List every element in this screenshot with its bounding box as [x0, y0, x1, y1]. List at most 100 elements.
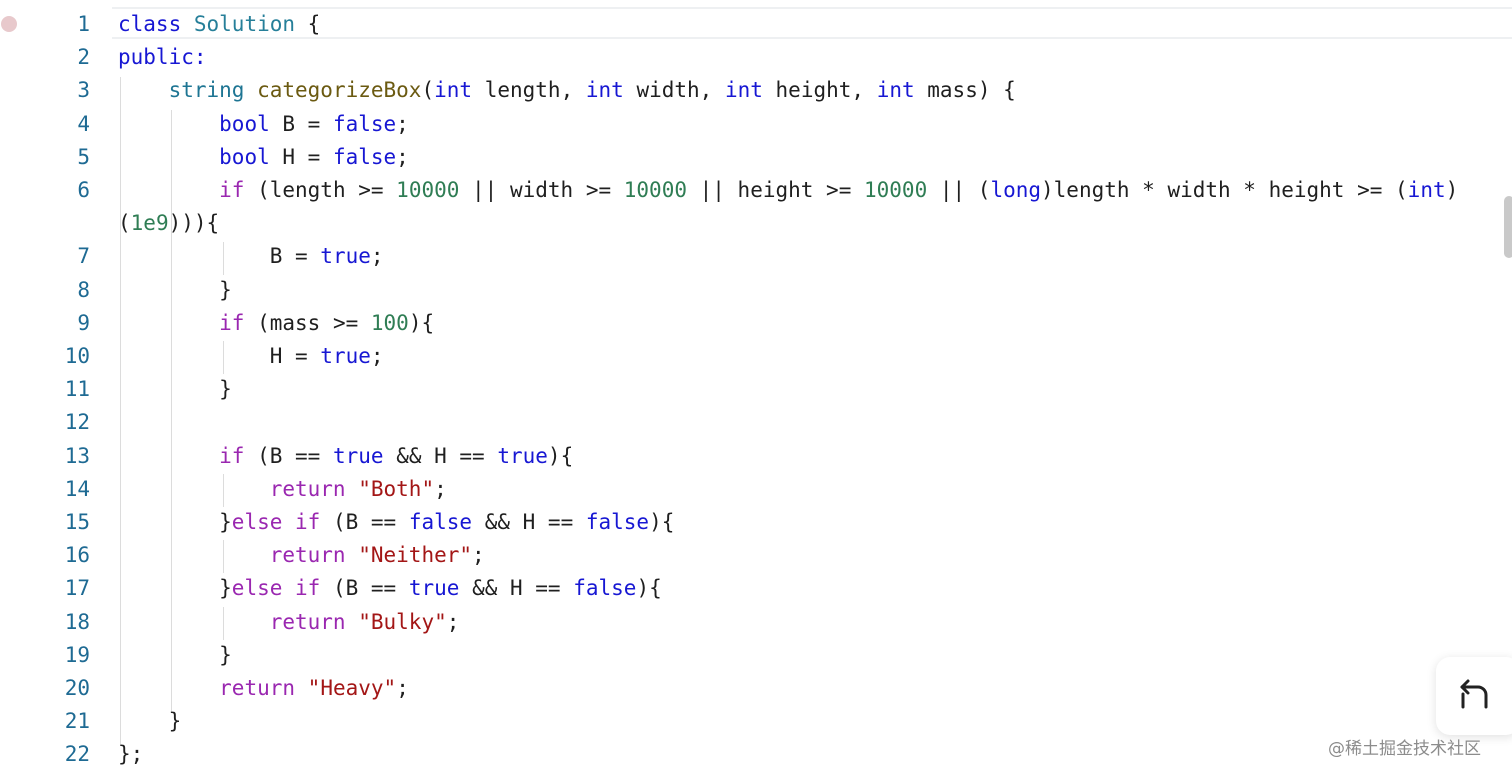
- code-token: }: [118, 377, 232, 402]
- code-text: return "Bulky";: [118, 606, 460, 639]
- code-token: && H ==: [459, 576, 574, 601]
- line-number: 3: [77, 78, 90, 103]
- code-editor[interactable]: 1 class Solution {2 public: 3 string catego…: [0, 0, 1512, 779]
- code-text: string categorizeBox(int length, int wid…: [118, 74, 1016, 107]
- code-token: || width >=: [459, 178, 624, 202]
- code-token: int: [1407, 178, 1446, 202]
- code-token: bool: [219, 144, 270, 169]
- code-token: (mass >=: [244, 310, 371, 335]
- code-token: }: [118, 277, 232, 302]
- line-number: 14: [64, 476, 90, 501]
- line-number: 17: [64, 576, 90, 601]
- code-text: }: [118, 274, 232, 307]
- code-text: }else if (B == false && H == false){: [118, 506, 674, 539]
- code-token: "Bulky": [358, 609, 447, 634]
- code-text: }: [118, 705, 182, 738]
- code-token: false: [585, 510, 650, 534]
- code-token: length,: [472, 78, 586, 103]
- code-token: false: [408, 510, 473, 534]
- code-token: }: [118, 642, 232, 667]
- line-number: 13: [64, 443, 90, 468]
- code-token: 1e9: [130, 211, 169, 236]
- code-token: mass) {: [914, 78, 1016, 103]
- code-text: return "Both";: [118, 473, 447, 506]
- code-token: ;: [396, 144, 409, 169]
- code-token: }: [118, 510, 232, 534]
- code-text: bool H = false;: [118, 141, 409, 174]
- code-token: ){: [408, 310, 435, 335]
- code-token: Solution: [193, 12, 296, 36]
- code-token: || (: [927, 178, 991, 202]
- code-token: };: [118, 742, 144, 767]
- code-token: ;: [434, 476, 447, 501]
- watermark: @稀土掘金技术社区: [1328, 739, 1481, 759]
- code-token: if: [295, 576, 321, 601]
- code-token: return: [219, 676, 296, 700]
- code-token: long: [990, 178, 1042, 202]
- code-text: class Solution {: [118, 8, 320, 41]
- code-token: if: [219, 443, 245, 468]
- code-token: (B ==: [320, 510, 409, 534]
- code-text: };: [118, 738, 143, 771]
- code-token: if: [219, 310, 245, 335]
- line-number: 12: [64, 410, 90, 435]
- code-token: }: [118, 709, 182, 734]
- code-token: bool: [219, 111, 270, 136]
- code-token: && H ==: [472, 510, 586, 534]
- current-line-highlight: [112, 7, 1512, 39]
- code-token: ;: [396, 111, 409, 136]
- code-token: "Neither": [358, 543, 473, 568]
- line-number: 4: [77, 111, 90, 136]
- code-token: false: [332, 111, 397, 136]
- code-text: if (length >= 10000 || width >= 10000 ||…: [118, 174, 1458, 207]
- code-text: if (mass >= 100){: [118, 307, 434, 340]
- code-token: (: [118, 211, 131, 236]
- line-number: 2: [77, 45, 90, 70]
- code-token: H =: [118, 344, 321, 368]
- line-number: 9: [77, 310, 90, 335]
- code-text: H = true;: [118, 340, 384, 373]
- code-token: ;: [370, 244, 384, 269]
- undo-arrow-icon: [1456, 677, 1494, 716]
- code-token: int: [585, 78, 624, 103]
- code-token: return: [269, 609, 346, 634]
- code-token: int: [724, 78, 763, 103]
- undo-button[interactable]: [1436, 657, 1512, 735]
- code-text: bool B = false;: [118, 108, 409, 141]
- line-number: 20: [64, 676, 90, 700]
- code-token: )length * width * height >= (: [1041, 178, 1408, 202]
- code-token: "Both": [358, 476, 435, 501]
- code-token: string: [168, 78, 245, 103]
- code-token: else: [231, 510, 283, 534]
- code-text: return "Heavy";: [118, 672, 409, 705]
- line-number: 5: [77, 144, 90, 169]
- code-token: height,: [762, 78, 877, 103]
- code-token: true: [320, 244, 371, 269]
- code-token: H =: [269, 144, 333, 169]
- line-number: 21: [64, 709, 90, 734]
- code-text: }: [118, 373, 232, 406]
- vertical-scrollbar-thumb[interactable]: [1504, 196, 1512, 258]
- line-number: 10: [64, 344, 90, 368]
- code-token: if: [295, 510, 321, 534]
- code-token: int: [876, 78, 915, 103]
- code-text: B = true;: [118, 240, 384, 273]
- code-token: return: [269, 543, 346, 568]
- code-text: if (B == true && H == true){: [118, 440, 573, 473]
- code-token: true: [497, 443, 548, 468]
- code-token: false: [332, 144, 397, 169]
- code-text: return "Neither";: [118, 539, 485, 572]
